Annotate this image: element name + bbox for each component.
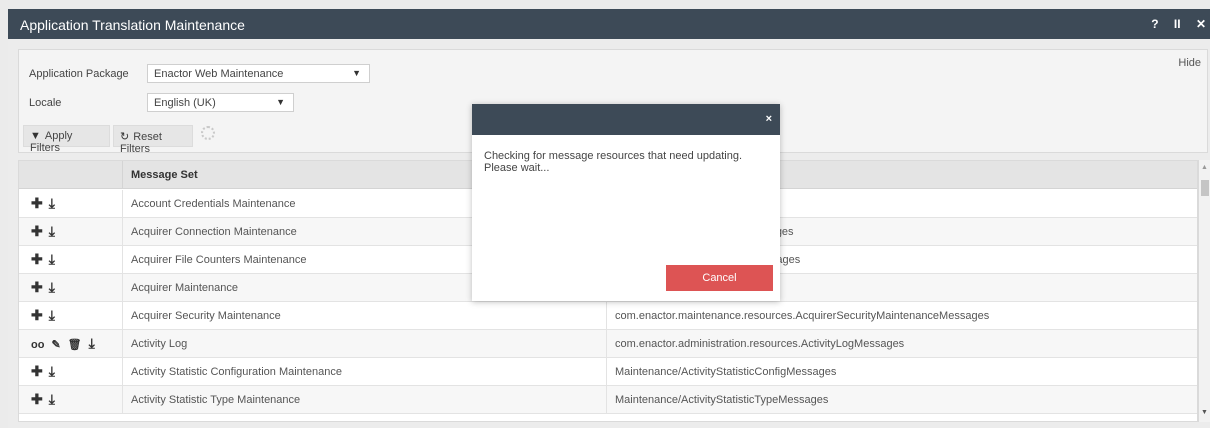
apply-filters-button[interactable]: ▼ Apply Filters: [23, 125, 110, 154]
reset-icon: ↻: [120, 131, 130, 143]
row-actions: ✚ ⤓: [19, 190, 123, 218]
close-icon[interactable]: ×: [766, 113, 772, 125]
title-bar: Application Translation Maintenance ? II…: [8, 9, 1210, 39]
resource-cell: com.enactor.maintenance.resources.Acquir…: [615, 310, 990, 322]
table-row[interactable]: oo ✎ 🗑 ⤓ Activity Log com.enactor.administr…: [19, 330, 1197, 358]
plus-icon[interactable]: ✚: [31, 391, 43, 408]
plus-icon[interactable]: ✚: [31, 195, 43, 212]
message-set-cell: Activity Statistic Type Maintenance: [123, 386, 607, 414]
dialog-header: ×: [472, 104, 780, 135]
row-actions: ✚ ⤓: [19, 302, 123, 330]
scroll-up-icon[interactable]: ▲: [1201, 164, 1208, 171]
download-icon[interactable]: ⤓: [49, 391, 55, 408]
message-set-cell: Activity Statistic Configuration Mainten…: [123, 358, 607, 386]
trash-icon[interactable]: 🗑: [68, 338, 82, 351]
pencil-icon[interactable]: ✎: [51, 338, 60, 351]
plus-icon[interactable]: ✚: [31, 223, 43, 240]
resource-cell: com.enactor.administration.resources.Act…: [615, 338, 905, 350]
row-actions: ✚ ⤓: [19, 274, 123, 302]
download-icon[interactable]: ⤓: [49, 195, 55, 212]
package-label: Application Package: [29, 68, 129, 80]
table-row[interactable]: ✚ ⤓ Activity Statistic Type Maintenance M…: [19, 386, 1197, 414]
message-set-cell: Acquirer Security Maintenance: [123, 302, 607, 330]
table-row[interactable]: ✚ ⤓ Activity Statistic Configuration Main…: [19, 358, 1197, 386]
download-icon[interactable]: ⤓: [49, 279, 55, 296]
row-actions: ✚ ⤓: [19, 218, 123, 246]
window-controls: ? II ✕: [1139, 17, 1206, 31]
pause-icon[interactable]: II: [1174, 17, 1181, 31]
locale-value: English (UK): [154, 97, 216, 109]
close-icon[interactable]: ✕: [1196, 17, 1206, 31]
actions-column-header: [19, 161, 123, 189]
package-select[interactable]: Enactor Web Maintenance ▼: [147, 64, 370, 83]
table-row[interactable]: ✚ ⤓ Acquirer Security Maintenance com.ena…: [19, 302, 1197, 330]
resource-cell: Maintenance/ActivityStatisticConfigMessa…: [615, 366, 837, 378]
row-actions: ✚ ⤓: [19, 358, 123, 386]
download-icon[interactable]: ⤓: [49, 363, 55, 380]
cancel-button[interactable]: Cancel: [666, 265, 773, 291]
package-value: Enactor Web Maintenance: [154, 68, 284, 80]
reset-filters-button[interactable]: ↻ Reset Filters: [113, 125, 193, 155]
chevron-down-icon: ▼: [352, 68, 361, 78]
download-icon[interactable]: ⤓: [49, 223, 55, 240]
message-set-cell: Activity Log: [123, 330, 607, 358]
plus-icon[interactable]: ✚: [31, 251, 43, 268]
plus-icon[interactable]: ✚: [31, 363, 43, 380]
download-icon[interactable]: ⤓: [89, 335, 95, 352]
plus-icon[interactable]: ✚: [31, 279, 43, 296]
row-actions: ✚ ⤓: [19, 386, 123, 414]
download-icon[interactable]: ⤓: [49, 251, 55, 268]
loading-spinner-icon: [201, 126, 215, 140]
resource-cell: Maintenance/ActivityStatisticTypeMessage…: [615, 394, 829, 406]
help-icon[interactable]: ?: [1151, 17, 1158, 31]
row-actions: oo ✎ 🗑 ⤓: [19, 330, 123, 358]
filter-icon: ▼: [30, 130, 41, 142]
progress-dialog: × Checking for message resources that ne…: [472, 104, 780, 301]
dialog-message: Checking for message resources that need…: [484, 150, 743, 174]
window-title: Application Translation Maintenance: [20, 17, 245, 33]
scroll-down-icon[interactable]: ▼: [1201, 409, 1208, 416]
locale-select[interactable]: English (UK) ▼: [147, 93, 294, 112]
locale-label: Locale: [29, 97, 62, 109]
plus-icon[interactable]: ✚: [31, 307, 43, 324]
hide-filters-link[interactable]: Hide: [1178, 57, 1201, 69]
grid-scrollbar[interactable]: ▲ ▼: [1198, 160, 1210, 422]
chevron-down-icon: ▼: [276, 97, 285, 107]
scrollbar-thumb[interactable]: [1201, 180, 1209, 196]
binoculars-icon[interactable]: oo: [31, 339, 44, 351]
download-icon[interactable]: ⤓: [49, 307, 55, 324]
row-actions: ✚ ⤓: [19, 246, 123, 274]
